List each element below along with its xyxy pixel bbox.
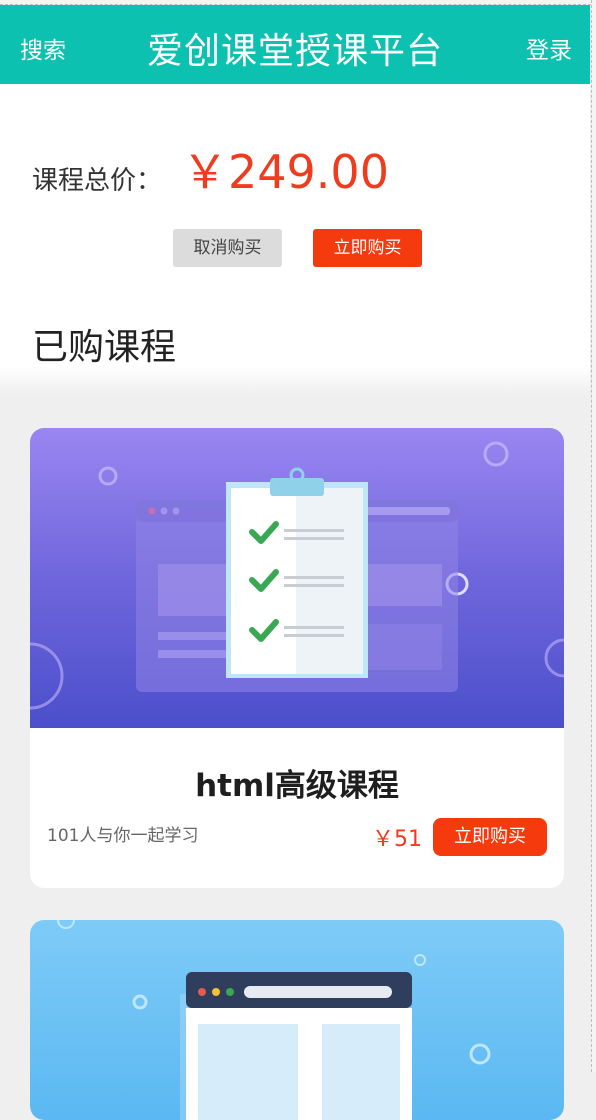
- course-card[interactable]: [30, 920, 564, 1120]
- viewport-top-edge: [0, 0, 596, 5]
- clipboard-checklist-icon: [30, 441, 564, 710]
- course-price: ￥51: [372, 827, 422, 852]
- course-title[interactable]: html高级课程: [30, 760, 564, 805]
- viewport-right-edge: [591, 0, 596, 1072]
- course-buy-button[interactable]: 立即购买: [433, 818, 547, 856]
- order-summary-panel: 课程总价： ￥249.00 取消购买 立即购买 已购课程: [0, 84, 590, 396]
- course-banner: [30, 428, 564, 728]
- total-price-value: ￥249.00: [182, 145, 389, 199]
- browser-window-icon: [57, 920, 491, 1120]
- top-header: 搜索 爱创课堂授课平台 登录: [0, 4, 590, 84]
- cancel-purchase-button[interactable]: 取消购买: [173, 229, 282, 267]
- total-price-label: 课程总价：: [32, 166, 163, 196]
- learner-count: 101人与你一起学习: [47, 826, 199, 846]
- course-card[interactable]: html高级课程 101人与你一起学习 ￥51 立即购买: [30, 428, 564, 888]
- course-banner: [30, 920, 564, 1120]
- purchased-courses-heading: 已购课程: [32, 327, 177, 368]
- login-link[interactable]: 登录: [526, 31, 572, 65]
- buy-now-button[interactable]: 立即购买: [313, 229, 422, 267]
- app-title: 爱创课堂授课平台: [146, 31, 443, 72]
